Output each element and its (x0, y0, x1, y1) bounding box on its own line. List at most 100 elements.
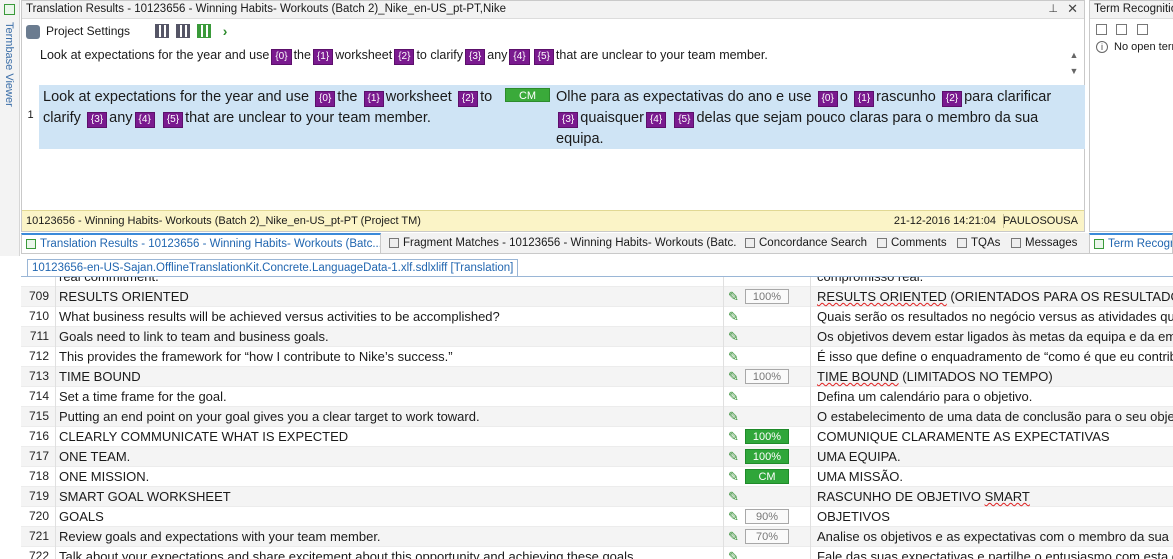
source-cell[interactable]: This provides the framework for “how I c… (55, 347, 723, 367)
tab-comments[interactable]: Comments (873, 233, 951, 253)
target-cell[interactable]: compromisso real. (810, 277, 1173, 287)
tag-2: {2} (457, 91, 479, 107)
table-row[interactable]: 720 GOALS ✎ 90% OBJETIVOS (21, 507, 1173, 527)
target-cell[interactable]: UMA MISSÃO. (810, 467, 1173, 487)
match-cell (743, 327, 810, 347)
tab-fragment-matches[interactable]: Fragment Matches - 10123656 - Winning Ha… (385, 233, 737, 253)
table-row[interactable]: 718 ONE MISSION. ✎ CM UMA MISSÃO. (21, 467, 1173, 487)
view-side-by-side-icon[interactable] (154, 24, 169, 38)
target-cell[interactable]: Quais serão os resultados no negócio ver… (810, 307, 1173, 327)
source-cell[interactable]: TIME BOUND (55, 367, 723, 387)
document-tab[interactable]: 10123656-en-US-Sajan.OfflineTranslationK… (27, 259, 519, 276)
table-row[interactable]: 721 Review goals and expectations with yo… (21, 527, 1173, 547)
target-cell[interactable]: É isso que define o enquadramento de “co… (810, 347, 1173, 367)
translated-status-icon: ✎ (723, 427, 743, 447)
target-cell[interactable]: Defina um calendário para o objetivo. (810, 387, 1173, 407)
concordance-icon (745, 237, 755, 248)
spellcheck-underline: RESULTS ORIENTED (817, 289, 947, 304)
row-number: 715 (28, 409, 49, 423)
tag-4: {4} (645, 112, 667, 128)
tm-status-bar: 10123656 - Winning Habits- Workouts (Bat… (22, 210, 1084, 231)
tab-messages[interactable]: Messages (1007, 233, 1085, 253)
scroll-up-icon[interactable]: ▲ (1068, 47, 1080, 63)
row-number: 719 (28, 489, 49, 503)
tab-label: Translation Results - 10123656 - Winning… (40, 238, 381, 250)
table-row[interactable]: real commitment. compromisso real. (21, 277, 1173, 287)
editor-grid[interactable]: real commitment. compromisso real. 709 RE… (21, 277, 1173, 559)
translated-status-icon: ✎ (723, 507, 743, 527)
tab-tqas[interactable]: TQAs (953, 233, 1005, 253)
scroll-down-icon[interactable]: ▼ (1068, 63, 1080, 79)
tab-label: TQAs (971, 237, 1001, 249)
translation-match-row[interactable]: 1 Look at expectations for the year and … (22, 85, 1085, 149)
source-cell[interactable]: Goals need to link to team and business … (55, 327, 723, 347)
source-cell[interactable]: Review goals and expectations with your … (55, 527, 723, 547)
source-cell[interactable]: Putting an end point on your goal gives … (55, 407, 723, 427)
row-number: 714 (28, 389, 49, 403)
tab-term-recognition[interactable]: Term Recognition (1089, 233, 1173, 253)
row-number: 718 (28, 469, 49, 483)
target-cell[interactable]: UMA EQUIPA. (810, 447, 1173, 467)
source-cell[interactable]: Talk about your expectations and share e… (55, 547, 723, 559)
add-term-icon[interactable] (1116, 24, 1128, 36)
table-row[interactable]: 711 Goals need to link to team and busine… (21, 327, 1173, 347)
tag-4: {4} (509, 49, 530, 65)
text: any (109, 110, 133, 126)
match-cell: 90% (743, 507, 810, 527)
table-row[interactable]: 716 CLEARLY COMMUNICATE WHAT IS EXPECTED ✎… (21, 427, 1173, 447)
project-settings-label: Project Settings (46, 24, 131, 38)
source-cell[interactable]: CLEARLY COMMUNICATE WHAT IS EXPECTED (55, 427, 723, 447)
target-cell[interactable]: O estabelecimento de uma data de conclus… (810, 407, 1173, 427)
table-row[interactable]: 709 RESULTS ORIENTED ✎ 100% RESULTS ORIENTED… (21, 287, 1173, 307)
tag-2: {2} (394, 49, 415, 65)
target-cell[interactable]: OBJETIVOS (810, 507, 1173, 527)
translated-status-icon: ✎ (723, 527, 743, 547)
source-cell[interactable]: SMART GOAL WORKSHEET (55, 487, 723, 507)
target-cell[interactable]: Os objetivos devem estar ligados às meta… (810, 327, 1173, 347)
source-cell[interactable]: What business results will be achieved v… (55, 307, 723, 327)
termbase-viewer-strip[interactable]: Termbase Viewer (0, 0, 20, 256)
text: quaisquer (580, 110, 644, 126)
match-cell: 70% (743, 527, 810, 547)
view-stacked-icon[interactable] (176, 24, 191, 38)
text: Look at expectations for the year and us… (43, 89, 310, 105)
target-cell[interactable]: RASCUNHO DE OBJETIVO SMART (810, 487, 1173, 507)
tag-1: {1} (853, 91, 875, 107)
source-scroll-arrows[interactable]: ▲ ▼ (1068, 47, 1080, 81)
source-cell[interactable]: RESULTS ORIENTED (55, 287, 723, 307)
pin-icon[interactable]: ⊥ (1048, 2, 1058, 15)
row-number: 717 (28, 449, 49, 463)
table-row[interactable]: 712 This provides the framework for “how … (21, 347, 1173, 367)
close-icon[interactable]: ✕ (1067, 1, 1078, 17)
apply-translation-icon[interactable]: › (223, 23, 228, 39)
termbase-settings-icon[interactable] (1136, 24, 1148, 36)
source-cell[interactable]: Set a time frame for the goal. (55, 387, 723, 407)
target-cell[interactable]: Fale das suas expectativas e partilhe o … (810, 547, 1173, 559)
source-cell[interactable]: GOALS (55, 507, 723, 527)
source-cell[interactable]: ONE TEAM. (55, 447, 723, 467)
termbase-viewer-label[interactable]: Termbase Viewer (3, 22, 15, 107)
table-row[interactable]: 715 Putting an end point on your goal giv… (21, 407, 1173, 427)
match-target-text: Olhe para as expectativas do ano e use {… (503, 85, 1085, 149)
source-cell[interactable]: real commitment. (55, 277, 723, 287)
tag-0: {0} (817, 91, 838, 107)
target-cell[interactable]: Analise os objetivos e as expectativas c… (810, 527, 1173, 547)
table-row[interactable]: 713 TIME BOUND ✎ 100% TIME BOUND (LIMITADOS … (21, 367, 1173, 387)
target-cell[interactable]: COMUNIQUE CLARAMENTE AS EXPECTATIVAS (810, 427, 1173, 447)
target-cell[interactable]: TIME BOUND (LIMITADOS NO TEMPO) (810, 367, 1173, 387)
project-settings-button[interactable]: Project Settings (26, 23, 130, 39)
match-cell (743, 307, 810, 327)
tab-translation-results[interactable]: Translation Results - 10123656 - Winning… (21, 233, 381, 253)
table-row[interactable]: 710 What business results will be achieve… (21, 307, 1173, 327)
tab-concordance-search[interactable]: Concordance Search (741, 233, 871, 253)
source-cell[interactable]: ONE MISSION. (55, 467, 723, 487)
match-source-text: Look at expectations for the year and us… (39, 85, 519, 149)
table-row[interactable]: 722 Talk about your expectations and shar… (21, 547, 1173, 559)
tag-0: {0} (271, 49, 292, 65)
table-row[interactable]: 719 SMART GOAL WORKSHEET ✎ RASCUNHO DE OBJE… (21, 487, 1173, 507)
target-cell[interactable]: RESULTS ORIENTED (ORIENTADOS PARA OS RES… (810, 287, 1173, 307)
search-termbase-icon[interactable] (1096, 24, 1107, 36)
table-row[interactable]: 717 ONE TEAM. ✎ 100% UMA EQUIPA. (21, 447, 1173, 467)
view-compare-icon[interactable] (197, 24, 212, 38)
table-row[interactable]: 714 Set a time frame for the goal. ✎ Defina… (21, 387, 1173, 407)
